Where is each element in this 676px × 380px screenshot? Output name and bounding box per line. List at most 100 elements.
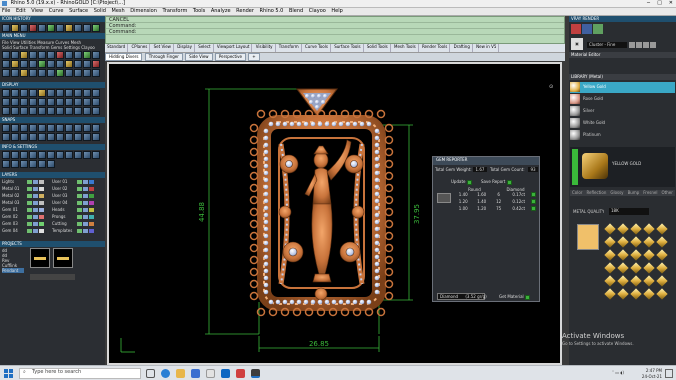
- tool-8-icon[interactable]: [65, 51, 73, 59]
- render-icon[interactable]: [571, 24, 581, 34]
- info-8-icon[interactable]: [65, 151, 73, 159]
- tool-33-icon[interactable]: [92, 69, 100, 77]
- snap-20-icon[interactable]: [74, 133, 82, 141]
- metal-swatch[interactable]: [604, 262, 616, 274]
- tab-new-in-v5[interactable]: New in V5: [474, 44, 500, 52]
- metal-swatch[interactable]: [604, 288, 616, 300]
- menu-surface[interactable]: Surface: [67, 8, 90, 14]
- snap-8-icon[interactable]: [65, 124, 73, 132]
- quick-3-icon[interactable]: [643, 42, 649, 48]
- info-4-icon[interactable]: [29, 151, 37, 159]
- layer-color-swatch[interactable]: [39, 201, 44, 205]
- layer-lock-icon[interactable]: [33, 194, 38, 198]
- material-item[interactable]: Silver: [570, 106, 675, 117]
- tool-21-icon[interactable]: [83, 60, 91, 68]
- metal-swatch[interactable]: [604, 223, 616, 235]
- menu-mesh[interactable]: Mesh: [110, 8, 127, 14]
- metal-swatch[interactable]: [643, 236, 655, 248]
- save-report-button[interactable]: Save Report: [481, 179, 512, 185]
- layer-lock-icon[interactable]: [83, 180, 88, 184]
- layer-row[interactable]: Metal 03: [2, 200, 52, 205]
- metal-swatch[interactable]: [617, 236, 629, 248]
- icon-history-5-icon[interactable]: [38, 24, 46, 32]
- add-view-tab[interactable]: +: [248, 53, 260, 61]
- icon-history-8-icon[interactable]: [65, 24, 73, 32]
- tool-5-icon[interactable]: [38, 51, 46, 59]
- icon-history-9-icon[interactable]: [74, 24, 82, 32]
- layer-lock-icon[interactable]: [83, 187, 88, 191]
- metal-swatch[interactable]: [630, 262, 642, 274]
- snaps-header[interactable]: SNAPS: [0, 117, 105, 123]
- layer-row[interactable]: Heads: [52, 207, 102, 212]
- metal-swatch[interactable]: [604, 236, 616, 248]
- snap-3-icon[interactable]: [20, 124, 28, 132]
- layer-color-swatch[interactable]: [39, 208, 44, 212]
- layer-visibility-icon[interactable]: [77, 229, 82, 233]
- display-21-icon[interactable]: [83, 98, 91, 106]
- tool-7-icon[interactable]: [56, 51, 64, 59]
- info-3-icon[interactable]: [20, 151, 28, 159]
- metal-swatch[interactable]: [630, 249, 642, 261]
- tool-1-icon[interactable]: [2, 51, 10, 59]
- layer-lock-icon[interactable]: [83, 208, 88, 212]
- layer-row[interactable]: Lights: [2, 179, 52, 184]
- display-28-icon[interactable]: [47, 107, 55, 115]
- display-27-icon[interactable]: [38, 107, 46, 115]
- layer-color-swatch[interactable]: [39, 215, 44, 219]
- main-menu-header[interactable]: MAIN MENU: [0, 33, 105, 39]
- layer-lock-icon[interactable]: [33, 208, 38, 212]
- tab-mesh-tools[interactable]: Mesh Tools: [392, 44, 419, 52]
- layer-color-swatch[interactable]: [89, 222, 94, 226]
- layer-visibility-icon[interactable]: [77, 208, 82, 212]
- menu-clayoo[interactable]: Clayoo: [307, 8, 328, 14]
- display-8-icon[interactable]: [65, 89, 73, 97]
- quick-1-icon[interactable]: [629, 42, 635, 48]
- metal-swatch[interactable]: [656, 262, 668, 274]
- tool-20-icon[interactable]: [74, 60, 82, 68]
- tab-select[interactable]: Select: [196, 44, 214, 52]
- metal-swatch[interactable]: [617, 262, 629, 274]
- menu-rhino5[interactable]: Rhino 5.0: [258, 8, 286, 14]
- tool-10-icon[interactable]: [83, 51, 91, 59]
- main-menu-settings[interactable]: Settings: [64, 45, 80, 50]
- quick-4-icon[interactable]: [650, 42, 656, 48]
- app-icon[interactable]: [221, 369, 230, 378]
- layer-visibility-icon[interactable]: [27, 201, 32, 205]
- layer-lock-icon[interactable]: [33, 222, 38, 226]
- main-menu-solid[interactable]: Solid: [2, 45, 12, 50]
- layer-lock-icon[interactable]: [33, 187, 38, 191]
- project-item[interactable]: Pendant: [2, 268, 24, 273]
- tab-viewport-layout[interactable]: Viewport Layout: [215, 44, 253, 52]
- layer-visibility-icon[interactable]: [27, 180, 32, 184]
- main-menu-transform[interactable]: Transform: [30, 45, 50, 50]
- snap-11-icon[interactable]: [92, 124, 100, 132]
- material-item[interactable]: Yellow Gold: [570, 82, 675, 93]
- snap-9-icon[interactable]: [74, 124, 82, 132]
- info-16-icon[interactable]: [38, 160, 46, 168]
- material-editor-header[interactable]: Material Editor: [569, 52, 676, 58]
- icon-history-header[interactable]: ICON HISTORY: [0, 16, 105, 22]
- image-icon[interactable]: ▣: [571, 38, 583, 50]
- layer-row[interactable]: Templates: [52, 228, 102, 233]
- layer-lock-icon[interactable]: [33, 229, 38, 233]
- layer-visibility-icon[interactable]: [27, 194, 32, 198]
- icon-history-11-icon[interactable]: [92, 24, 100, 32]
- display-32-icon[interactable]: [83, 107, 91, 115]
- info-17-icon[interactable]: [47, 160, 55, 168]
- tool-22-icon[interactable]: [92, 60, 100, 68]
- snap-21-icon[interactable]: [83, 133, 91, 141]
- tool-23-icon[interactable]: [2, 69, 10, 77]
- tool-18-icon[interactable]: [56, 60, 64, 68]
- layer-row[interactable]: User 02: [52, 186, 102, 191]
- tab-transform[interactable]: Transform: [277, 44, 302, 52]
- layer-row[interactable]: Metal 01: [2, 186, 52, 191]
- info-12-icon[interactable]: [2, 160, 10, 168]
- view-tab-4[interactable]: Perspective: [214, 53, 247, 61]
- tab-curve-tools[interactable]: Curve Tools: [303, 44, 331, 52]
- view-tab-3[interactable]: Side View: [185, 53, 213, 61]
- cluster-select[interactable]: Cluster - Fine: [587, 42, 627, 48]
- menu-file[interactable]: File: [0, 8, 12, 14]
- snap-17-icon[interactable]: [47, 133, 55, 141]
- tool-25-icon[interactable]: [20, 69, 28, 77]
- tool-9-icon[interactable]: [74, 51, 82, 59]
